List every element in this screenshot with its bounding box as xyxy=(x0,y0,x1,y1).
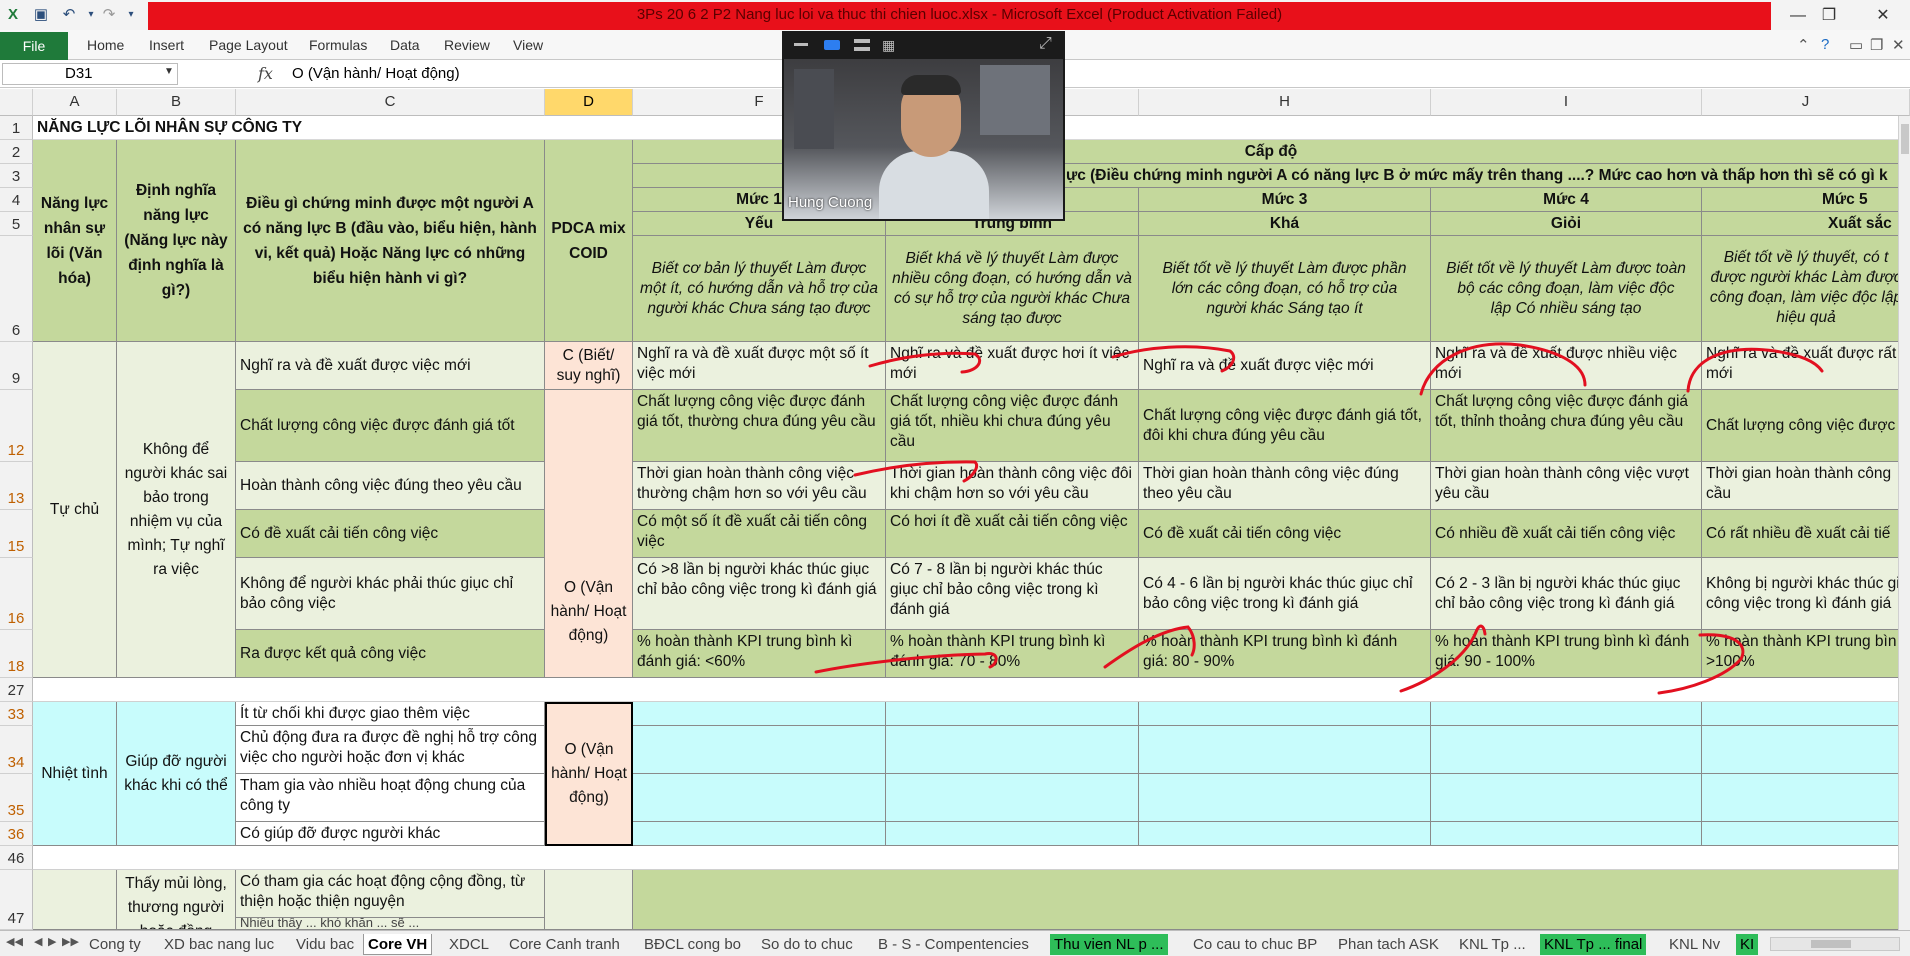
horizontal-scrollbar[interactable] xyxy=(1770,937,1900,951)
strip-view-icon[interactable] xyxy=(854,39,870,51)
minimize-ribbon-icon[interactable]: ⌃ xyxy=(1797,36,1810,54)
video-call-overlay[interactable]: ▦ ⤢ Hung Cuong xyxy=(782,31,1065,221)
background-shelf xyxy=(980,65,1050,135)
name-box[interactable]: D31 xyxy=(2,63,178,85)
customize-toolbar-icon[interactable]: ▾ xyxy=(120,4,142,26)
video-toolbar: ▦ ⤢ xyxy=(782,31,1065,59)
sheet-tab[interactable]: BĐCL cong bo xyxy=(640,934,745,955)
annotation-arrow xyxy=(1103,625,1196,669)
workbook-minimize-icon[interactable]: ▭ xyxy=(1849,36,1863,54)
minimize-video-icon[interactable] xyxy=(794,43,808,46)
sheet-tab[interactable]: Vidu bac xyxy=(292,934,358,955)
name-box-dropdown-icon[interactable]: ▼ xyxy=(164,66,174,77)
sheet-tab[interactable]: Cong ty xyxy=(85,934,145,955)
annotation-arrow xyxy=(1399,624,1487,693)
annotation-arrow xyxy=(868,351,981,374)
workbook-close-icon[interactable]: ✕ xyxy=(1892,36,1905,54)
gallery-view-icon[interactable]: ▦ xyxy=(882,37,895,54)
file-tab[interactable]: File xyxy=(0,32,68,60)
workbook-restore-icon[interactable]: ❐ xyxy=(1870,36,1883,54)
sheet-tab[interactable]: KI xyxy=(1736,934,1759,955)
sheet-tab[interactable]: Core Canh tranh xyxy=(505,934,624,955)
sheet-tab[interactable]: XD bac nang luc xyxy=(160,934,278,955)
last-sheet-icon[interactable]: ▶▶ xyxy=(62,935,79,948)
tab-insert[interactable]: Insert xyxy=(149,37,184,53)
background-shelf xyxy=(794,69,834,149)
tab-page-layout[interactable]: Page Layout xyxy=(209,37,288,53)
annotation-arrow xyxy=(1657,633,1745,695)
sheet-tab-bar: ◀◀ ◀ ▶ ▶▶ Cong ty XD bac nang luc Vidu b… xyxy=(0,930,1910,956)
formula-input[interactable]: O (Vận hành/ Hoạt động) xyxy=(292,65,460,82)
sheet-tab[interactable]: Co cau to chuc BP xyxy=(1189,934,1321,955)
window-title: 3Ps 20 6 2 P2 Nang luc loi va thuc thi c… xyxy=(636,6,1283,23)
tab-home[interactable]: Home xyxy=(87,37,124,53)
sheet-tab-active[interactable]: Core VH xyxy=(363,934,433,955)
help-icon[interactable]: ? xyxy=(1821,36,1829,53)
sheet-tab[interactable]: KNL Tp ... final xyxy=(1540,934,1647,955)
annotation-arrow xyxy=(853,460,979,483)
expand-video-icon[interactable]: ⤢ xyxy=(1039,35,1052,53)
first-sheet-icon[interactable]: ◀◀ xyxy=(6,935,23,948)
sheet-tab[interactable]: Thu vien NL p ... xyxy=(1050,934,1168,955)
annotation-arrow xyxy=(1686,347,1824,393)
speaker-view-icon[interactable] xyxy=(824,40,840,50)
person-hair xyxy=(901,75,961,95)
sheet-tab[interactable]: B - S - Compentencies xyxy=(874,934,1033,955)
sheet-tab[interactable]: KNL Nv xyxy=(1665,934,1724,955)
undo-icon[interactable]: ↶ xyxy=(58,4,80,26)
annotation-arrow xyxy=(814,652,998,674)
excel-window: X ▣ ↶ ▾ ↷ ▾ 3Ps 20 6 2 P2 Nang luc loi v… xyxy=(0,0,1910,956)
title-bar: X ▣ ↶ ▾ ↷ ▾ 3Ps 20 6 2 P2 Nang luc loi v… xyxy=(0,0,1910,30)
sheet-tab[interactable]: KNL Tp ... xyxy=(1455,934,1530,955)
participant-video: Hung Cuong xyxy=(784,59,1063,219)
restore-button[interactable]: ❐ xyxy=(1809,4,1849,28)
tab-data[interactable]: Data xyxy=(390,37,420,53)
person-shirt xyxy=(879,151,989,219)
sheet-tab[interactable]: Phan tach ASK xyxy=(1334,934,1443,955)
sheet-tab[interactable]: XDCL xyxy=(445,934,493,955)
annotation-arrow xyxy=(1419,342,1587,396)
excel-logo-icon: X xyxy=(7,6,18,23)
tab-view[interactable]: View xyxy=(513,37,543,53)
tab-review[interactable]: Review xyxy=(444,37,490,53)
insert-function-icon[interactable]: fx xyxy=(258,64,273,83)
tab-formulas[interactable]: Formulas xyxy=(309,37,367,53)
scroll-thumb[interactable] xyxy=(1811,940,1851,948)
participant-name: Hung Cuong xyxy=(788,194,873,211)
prev-sheet-icon[interactable]: ◀ xyxy=(34,935,42,948)
annotation-arrow xyxy=(1111,345,1236,373)
redo-icon[interactable]: ↷ xyxy=(98,4,120,26)
sheet-tab[interactable]: So do to chuc xyxy=(757,934,857,955)
close-button[interactable]: ✕ xyxy=(1863,4,1903,28)
next-sheet-icon[interactable]: ▶ xyxy=(48,935,56,948)
save-icon[interactable]: ▣ xyxy=(30,4,52,26)
